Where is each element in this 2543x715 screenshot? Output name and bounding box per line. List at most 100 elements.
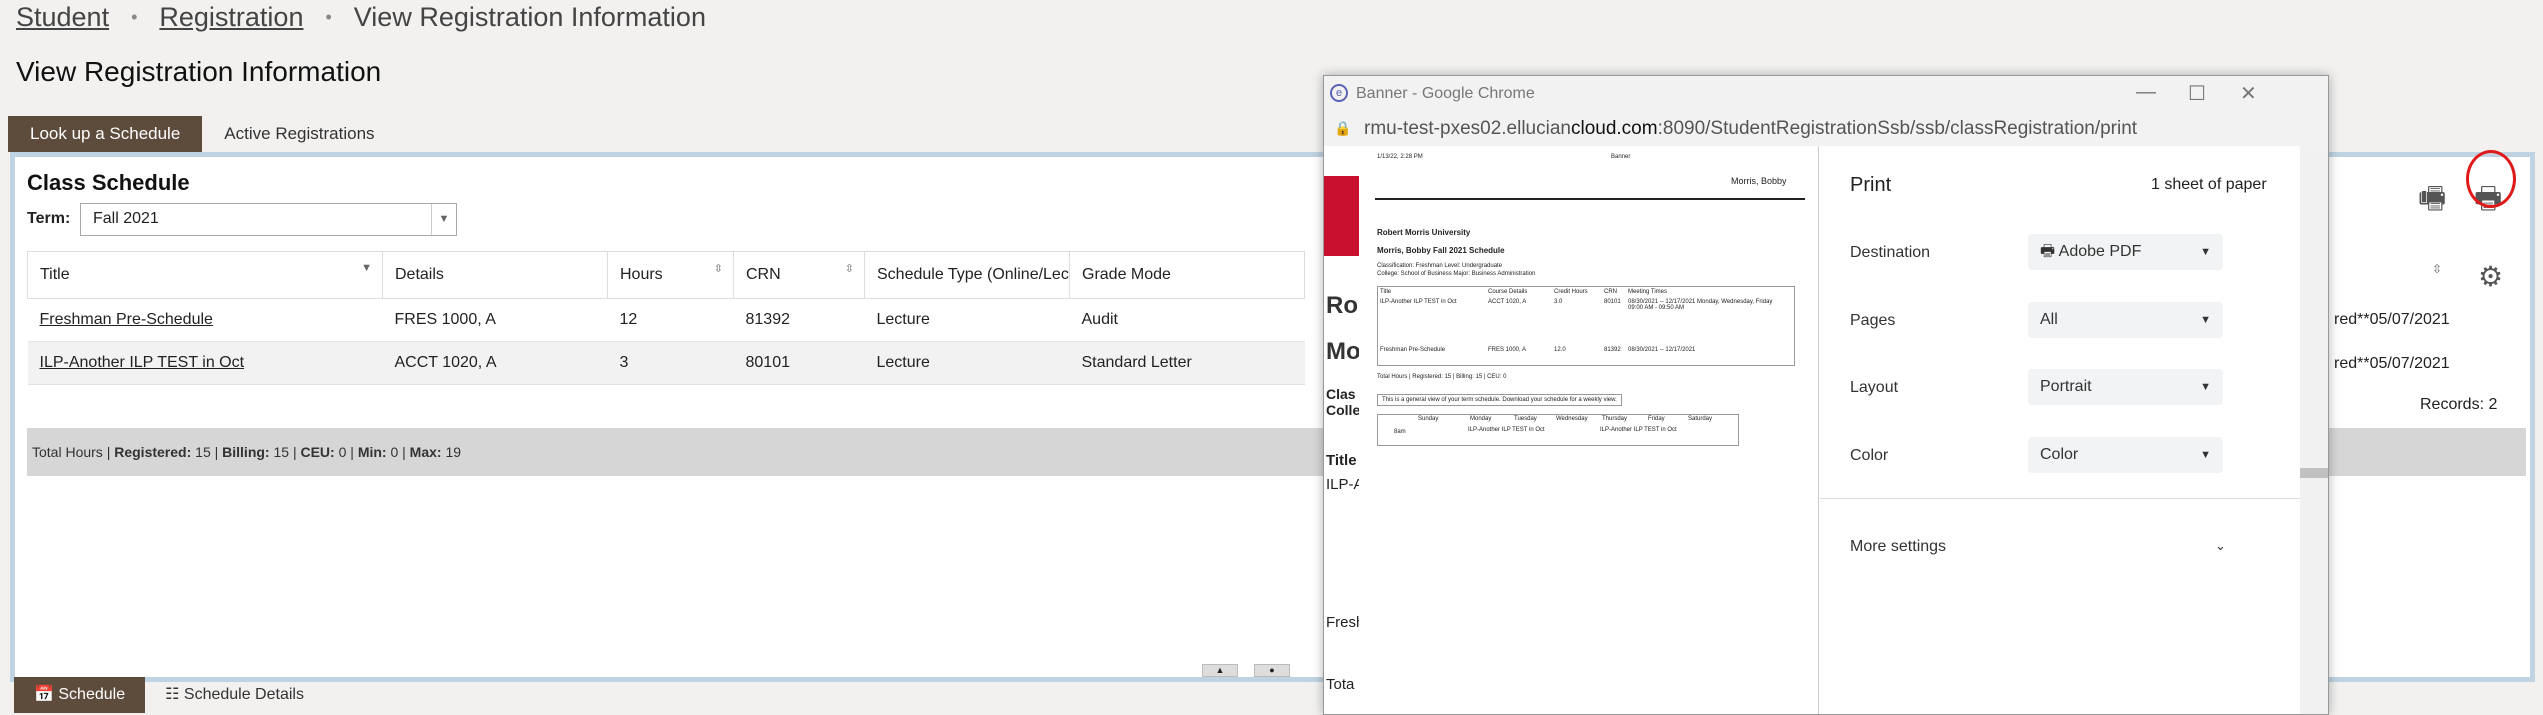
color-label: Color xyxy=(1850,447,1889,464)
preview-header: Title xyxy=(1380,289,1392,295)
crn-cell: 81392 xyxy=(733,298,865,342)
preview-header: Credit Hours xyxy=(1554,289,1588,295)
breadcrumb-student[interactable]: Student xyxy=(16,2,109,33)
preview-day: Wednesday xyxy=(1556,416,1588,422)
chevron-down-icon[interactable]: ▼ xyxy=(431,204,456,235)
chevron-down-icon: ▼ xyxy=(2200,314,2211,326)
bg-text: Mo xyxy=(1326,338,1361,365)
scrollbar[interactable] xyxy=(2300,146,2328,714)
preview-cell: 81392 xyxy=(1604,347,1621,353)
preview-totals: Total Hours | Registered: 15 | Billing: … xyxy=(1377,374,1507,380)
scrollbar-thumb[interactable] xyxy=(2300,468,2328,478)
window-title: Banner - Google Chrome xyxy=(1356,85,1535,102)
banner-logo-icon: e xyxy=(1330,84,1348,102)
preview-cell: 08/30/2021 -- 12/17/2021 Monday, Wednesd… xyxy=(1628,299,1773,311)
sort-icon[interactable]: ⇳ xyxy=(845,262,854,275)
preview-day: Friday xyxy=(1648,416,1665,422)
settings-divider xyxy=(1820,498,2300,499)
highlight-circle xyxy=(2466,150,2516,208)
print-title: Print xyxy=(1850,174,1892,196)
gear-icon[interactable]: ⚙ xyxy=(2478,260,2503,293)
pane-resize-mid-icon[interactable]: ● xyxy=(1254,664,1290,677)
sort-icon[interactable]: ⇳ xyxy=(714,262,723,275)
destination-label: Destination xyxy=(1850,244,1931,261)
preview-cell: Freshman Pre-Schedule xyxy=(1380,347,1446,353)
tab-schedule-details[interactable]: ☷ Schedule Details xyxy=(145,677,324,713)
preview-header: CRN xyxy=(1604,289,1617,295)
pages-select[interactable]: All ▼ xyxy=(2028,302,2223,338)
maximize-icon[interactable]: ☐ xyxy=(2188,81,2206,106)
bg-text: ILP-A xyxy=(1326,476,1364,493)
sort-icon[interactable]: ⇳ xyxy=(2432,262,2442,276)
email-print-icon[interactable]: 🖷 xyxy=(2418,176,2446,227)
preview-day: Saturday xyxy=(1688,416,1713,422)
term-label: Term: xyxy=(27,210,71,227)
term-select[interactable]: Fall 2021 ▼ xyxy=(80,203,457,236)
preview-day: Tuesday xyxy=(1514,416,1537,422)
preview-cal-cell: ILP-Another ILP TEST in Oct xyxy=(1600,427,1677,433)
preview-college: College: School of Business Major: Busin… xyxy=(1377,271,1536,277)
type-cell: Lecture xyxy=(864,298,1070,342)
preview-note: This is a general view of your term sche… xyxy=(1377,394,1622,406)
sort-desc-icon[interactable]: ▼ xyxy=(361,262,372,274)
preview-cal-cell: ILP-Another ILP TEST in Oct xyxy=(1468,427,1545,433)
col-schedule-type[interactable]: Schedule Type (Online/Lectu xyxy=(864,251,1070,299)
tab-look-up-schedule[interactable]: Look up a Schedule xyxy=(8,116,203,152)
breadcrumb-separator: • xyxy=(131,7,138,27)
lock-icon: 🔒 xyxy=(1334,120,1352,136)
tab-active-registrations[interactable]: Active Registrations xyxy=(202,116,396,152)
banner-red-bar xyxy=(1324,176,1364,256)
preview-day: Thursday xyxy=(1602,416,1628,422)
course-link[interactable]: Freshman Pre-Schedule xyxy=(40,311,213,328)
col-grade-mode[interactable]: Grade Mode xyxy=(1069,251,1305,299)
more-settings-button[interactable]: More settings xyxy=(1850,538,1946,556)
calendar-icon: 📅 xyxy=(34,686,59,703)
minimize-icon[interactable]: — xyxy=(2136,81,2156,104)
hours-cell: 12 xyxy=(607,298,734,342)
bg-text: Ro xyxy=(1326,292,1358,319)
sheet-count: 1 sheet of paper xyxy=(2151,176,2267,193)
address-bar[interactable]: 🔒 rmu-test-pxes02.elluciancloud.com:8090… xyxy=(1324,114,2328,146)
print-window: e Banner - Google Chrome — ☐ ✕ 🔒 rmu-tes… xyxy=(1323,75,2329,715)
col-hours[interactable]: Hours ⇳ xyxy=(607,251,734,299)
chevron-down-icon: ▼ xyxy=(2200,381,2211,393)
preview-time: 8am xyxy=(1394,429,1406,435)
preview-day: Sunday xyxy=(1418,416,1439,422)
color-select[interactable]: Color ▼ xyxy=(2028,437,2223,473)
layout-label: Layout xyxy=(1850,379,1899,396)
preview-cell: FRES 1000, A xyxy=(1488,347,1527,353)
printer-icon: 🖶 xyxy=(2040,243,2059,260)
preview-classification: Classification: Freshman Level: Undergra… xyxy=(1377,263,1503,269)
hours-cell: 3 xyxy=(607,341,734,385)
destination-select[interactable]: 🖶 Adobe PDF ▼ xyxy=(2028,234,2223,270)
col-title[interactable]: Title ▼ xyxy=(27,251,383,299)
totals-bar-right xyxy=(2328,428,2526,476)
close-icon[interactable]: ✕ xyxy=(2240,81,2257,106)
date-cell: red**05/07/2021 xyxy=(2334,355,2450,372)
breadcrumb: Student • Registration • View Registrati… xyxy=(16,2,706,33)
preview-cell: 80101 xyxy=(1604,299,1621,305)
layout-select[interactable]: Portrait ▼ xyxy=(2028,369,2223,405)
col-crn[interactable]: CRN ⇳ xyxy=(733,251,865,299)
details-cell: FRES 1000, A xyxy=(382,298,608,342)
col-details[interactable]: Details xyxy=(382,251,608,299)
course-link[interactable]: ILP-Another ILP TEST in Oct xyxy=(40,354,245,371)
preview-schedule-title: Morris, Bobby Fall 2021 Schedule xyxy=(1377,246,1505,255)
preview-header: Course Details xyxy=(1488,289,1528,295)
tab-schedule[interactable]: 📅 Schedule xyxy=(14,677,146,713)
list-icon: ☷ xyxy=(165,686,184,703)
preview-cell: ACCT 1020, A xyxy=(1488,299,1527,305)
pane-resize-up-icon[interactable]: ▲ xyxy=(1202,664,1238,677)
preview-name: Morris, Bobby xyxy=(1731,176,1787,186)
breadcrumb-registration[interactable]: Registration xyxy=(159,2,303,33)
grade-cell: Standard Letter xyxy=(1069,341,1305,385)
preview-cell: 12.0 xyxy=(1554,347,1566,353)
term-value: Fall 2021 xyxy=(93,210,159,227)
chevron-down-icon[interactable]: ⌄ xyxy=(2215,538,2226,554)
preview-cell: 3.0 xyxy=(1554,299,1563,305)
preview-university: Robert Morris University xyxy=(1377,228,1471,237)
print-preview: 1/13/22, 2:28 PM Banner Morris, Bobby Ro… xyxy=(1359,146,1819,714)
print-settings: Print 1 sheet of paper Destination 🖶 Ado… xyxy=(1820,146,2300,714)
grade-cell: Audit xyxy=(1069,298,1305,342)
breadcrumb-separator: • xyxy=(325,7,332,27)
